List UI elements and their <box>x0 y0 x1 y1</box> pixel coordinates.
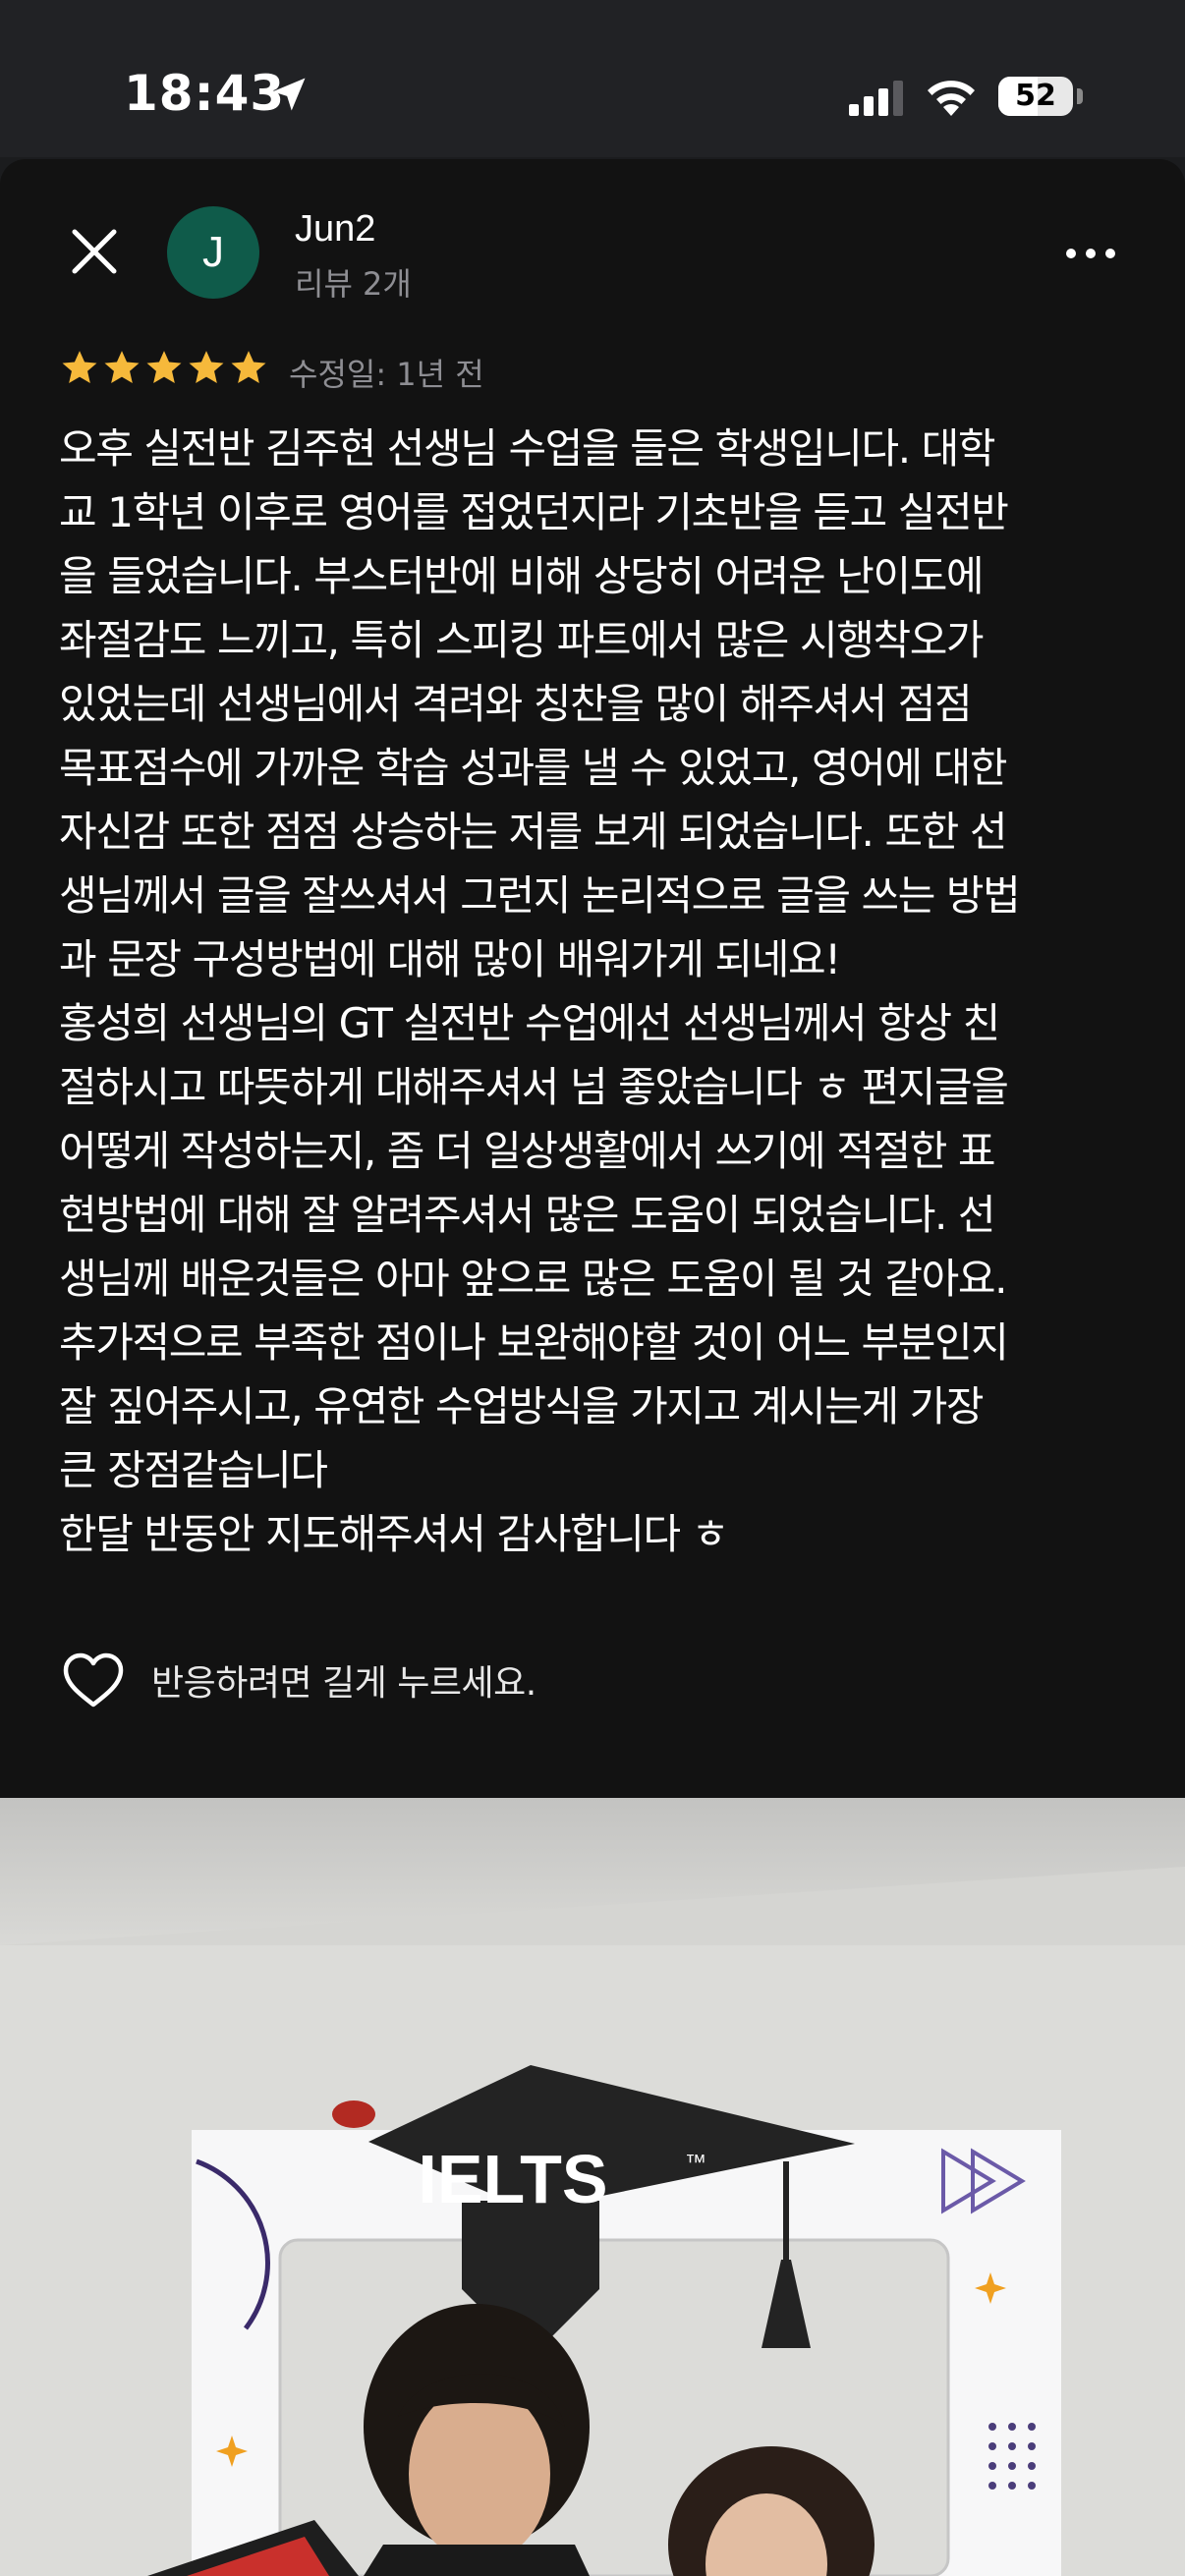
wifi-icon <box>928 81 975 116</box>
review-line: 교 1학년 이후로 영어를 접었던지라 기초반을 듣고 실전반 <box>59 488 1009 536</box>
location-arrow-icon <box>272 78 306 111</box>
review-line: 목표점수에 가까운 학습 성과를 낼 수 있었고, 영어에 대한 <box>59 744 1007 792</box>
review-line: 홍성희 선생님의 GT 실전반 수업에선 선생님께서 항상 친 <box>59 999 1000 1047</box>
review-line: 큰 장점같습니다 <box>59 1446 328 1494</box>
battery-icon: 52 <box>998 77 1073 116</box>
user-name[interactable]: Jun2 <box>295 208 375 251</box>
star-icon <box>104 351 140 384</box>
review-line: 현방법에 대해 잘 알려주셔서 많은 도움이 되었습니다. 선 <box>59 1191 996 1239</box>
star-icon <box>231 351 266 384</box>
ielts-trademark: ™ <box>685 2150 706 2174</box>
review-line: 을 들었습니다. 부스터반에 비해 상당히 어려운 난이도에 <box>59 552 985 600</box>
edited-date: 수정일: 1년 전 <box>289 356 484 393</box>
star-icon <box>189 351 224 384</box>
review-line: 잘 짚어주시고, 유연한 수업방식을 가지고 계시는게 가장 <box>59 1382 985 1430</box>
photo-scene: IELTS ™ <box>0 1798 1185 2576</box>
status-time: 18:43 <box>124 65 286 122</box>
review-line: 어떻게 작성하는지, 좀 더 일상생활에서 쓰기에 적절한 표 <box>59 1127 996 1175</box>
review-line: 좌절감도 느끼고, 특히 스피킹 파트에서 많은 시행착오가 <box>59 616 985 664</box>
more-horizontal-icon[interactable] <box>1063 236 1118 271</box>
review-line: 생님께서 글을 잘쓰셔서 그런지 논리적으로 글을 쓰는 방법 <box>59 871 1021 920</box>
avatar[interactable]: J <box>167 206 259 299</box>
battery-percentage: 52 <box>1015 79 1056 113</box>
cellular-signal-icon <box>849 81 903 116</box>
review-line: 추가적으로 부족한 점이나 보완해야할 것이 어느 부분인지 <box>59 1318 1009 1367</box>
battery-cap <box>1077 88 1083 104</box>
review-line: 생님께 배운것들은 아마 앞으로 많은 도움이 될 것 같아요. <box>59 1255 1007 1303</box>
review-line: 오후 실전반 김주현 선생님 수업을 들은 학생입니다. 대학 <box>59 424 996 473</box>
review-line: 있었는데 선생님에서 격려와 칭찬을 많이 해주셔서 점점 <box>59 680 973 728</box>
ielts-sign-text: IELTS <box>418 2141 607 2217</box>
heart-outline-icon[interactable] <box>61 1651 126 1709</box>
star-icon <box>146 351 182 384</box>
review-line: 한달 반동안 지도해주셔서 감사합니다 ㅎ <box>59 1510 729 1558</box>
status-bar: 18:43 52 <box>0 0 1185 157</box>
review-photo[interactable]: IELTS ™ <box>0 1798 1185 2576</box>
review-text: 오후 실전반 김주현 선생님 수업을 들은 학생입니다. 대학 교 1학년 이후… <box>59 417 1140 1566</box>
review-line: 자신감 또한 점점 상승하는 저를 보게 되었습니다. 또한 선 <box>59 808 1007 856</box>
review-line: 과 문장 구성방법에 대해 많이 배워가게 되네요! <box>59 935 841 983</box>
star-rating <box>59 348 269 395</box>
review-line: 절하시고 따뜻하게 대해주셔서 넘 좋았습니다 ㅎ 편지글을 <box>59 1063 1009 1111</box>
star-icon <box>62 351 97 384</box>
review-count: 리뷰 2개 <box>295 265 412 303</box>
close-icon[interactable] <box>65 222 124 281</box>
reaction-hint: 반응하려면 길게 누르세요. <box>151 1663 536 1704</box>
